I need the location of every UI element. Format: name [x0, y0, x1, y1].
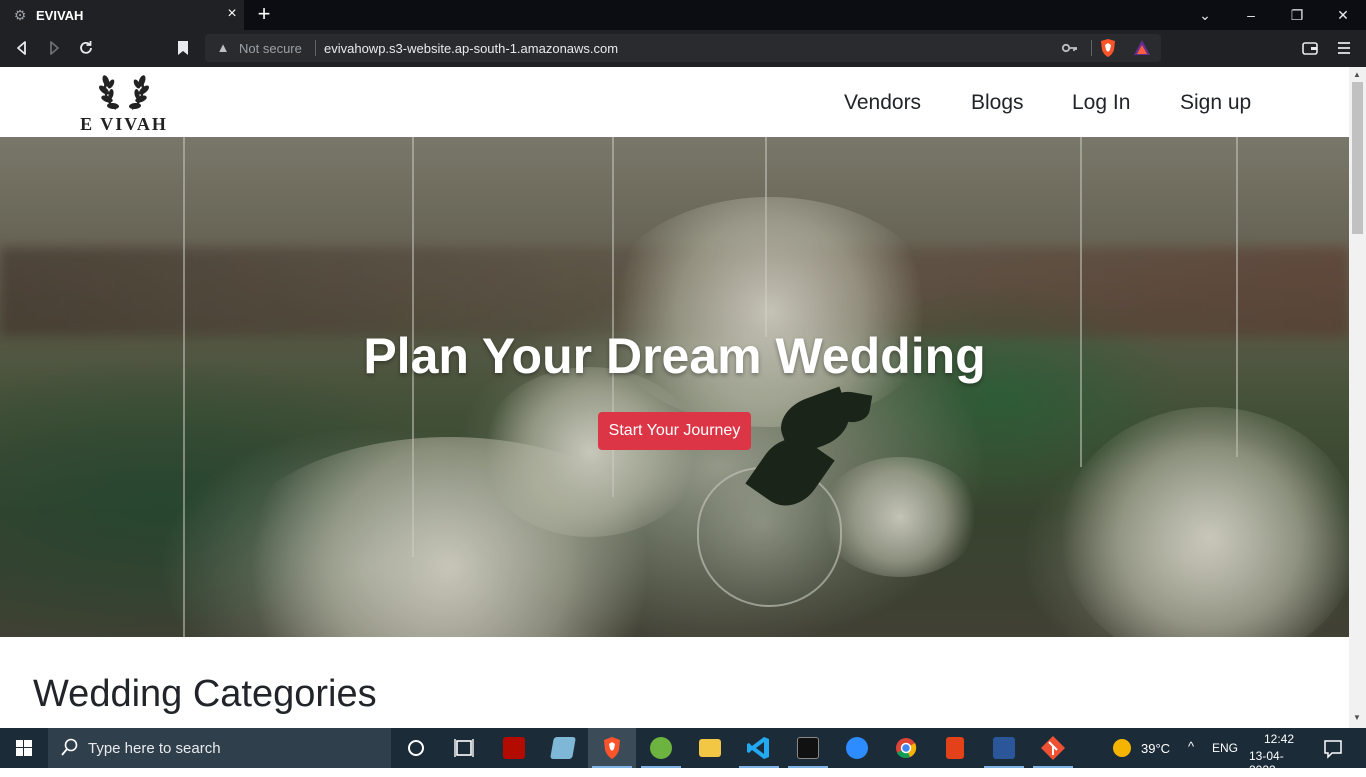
- address-divider: [315, 40, 316, 56]
- nav-signup[interactable]: Sign up: [1180, 91, 1251, 115]
- taskbar-search[interactable]: Type here to search: [48, 728, 391, 768]
- forward-icon[interactable]: [44, 38, 64, 58]
- scroll-down-arrow-icon[interactable]: ▼: [1353, 713, 1361, 722]
- scroll-up-arrow-icon[interactable]: ▲: [1353, 70, 1361, 79]
- taskbar-app-acrobat[interactable]: [490, 728, 538, 768]
- notifications-button[interactable]: [1318, 728, 1348, 768]
- windows-taskbar: Type here to search 39°C ^ ENG 12:42 13-…: [0, 728, 1366, 777]
- nav-vendors[interactable]: Vendors: [844, 91, 921, 115]
- tray-overflow-button[interactable]: ^: [1184, 728, 1204, 768]
- temperature: 39°C: [1141, 741, 1171, 756]
- taskbar-app-vscode[interactable]: [735, 728, 783, 768]
- menu-icon[interactable]: [1334, 38, 1354, 58]
- clock[interactable]: 12:42 13-04-2022: [1246, 728, 1310, 777]
- nav-blogs[interactable]: Blogs: [971, 91, 1024, 115]
- notification-icon: [1324, 740, 1342, 759]
- git-icon: [1041, 736, 1065, 760]
- sun-icon: [1113, 739, 1131, 757]
- browser-toolbar: ▲ Not secure evivahowp.s3-website.ap-sou…: [0, 30, 1366, 67]
- page-scrollbar[interactable]: ▲ ▼: [1349, 67, 1366, 728]
- spring-tool-suite-icon: [650, 737, 672, 759]
- chrome-icon: [896, 738, 917, 758]
- cortana-button[interactable]: [392, 728, 440, 768]
- loading-favicon-icon: ⚙: [13, 7, 27, 23]
- site-navbar: E VIVAH Vendors Blogs Log In Sign up: [0, 67, 1349, 137]
- nav-login[interactable]: Log In: [1072, 91, 1130, 115]
- tab-search-chevron-icon[interactable]: ⌄: [1194, 4, 1216, 26]
- logo-text: E VIVAH: [80, 114, 168, 134]
- notepad-icon: [550, 737, 576, 759]
- mysql-client-icon: [797, 737, 819, 759]
- start-button[interactable]: [0, 728, 48, 768]
- taskbar-app-word[interactable]: [980, 728, 1028, 768]
- wedding-categories-heading: Wedding Categories: [33, 673, 377, 715]
- page-viewport: E VIVAH Vendors Blogs Log In Sign up Pla…: [0, 67, 1366, 728]
- task-view-button[interactable]: [440, 728, 488, 768]
- taskbar-app-git[interactable]: [1029, 728, 1077, 768]
- taskbar-app-chrome[interactable]: [882, 728, 930, 768]
- taskbar-app-notepad[interactable]: [539, 728, 587, 768]
- address-divider-2: [1091, 40, 1092, 56]
- new-tab-button[interactable]: +: [254, 3, 274, 25]
- cortana-icon: [408, 740, 424, 756]
- chevron-up-icon: ^: [1188, 739, 1195, 754]
- tab-close-icon[interactable]: ×: [224, 6, 240, 22]
- taskbar-app-zoom[interactable]: [833, 728, 881, 768]
- address-bar[interactable]: ▲ Not secure evivahowp.s3-website.ap-sou…: [205, 34, 1161, 62]
- taskbar-app-brave[interactable]: [588, 728, 636, 768]
- brave-browser-icon: [604, 737, 620, 759]
- browser-titlebar: ⚙ EVIVAH × + ⌄ – ❐ ✕: [0, 0, 1366, 30]
- wallet-icon[interactable]: [1300, 38, 1320, 58]
- word-icon: [993, 737, 1015, 759]
- clock-date: 13-04-2022: [1249, 749, 1284, 777]
- zoom-icon: [846, 737, 868, 759]
- file-explorer-icon: [699, 739, 721, 757]
- vs-code-icon: [747, 737, 769, 759]
- site-logo[interactable]: E VIVAH: [72, 67, 176, 135]
- weather-widget[interactable]: 39°C: [1110, 728, 1180, 768]
- office-icon: [946, 737, 964, 759]
- brave-shield-icon[interactable]: [1099, 38, 1117, 58]
- security-label[interactable]: Not secure: [239, 41, 302, 56]
- acrobat-reader-icon: [503, 737, 525, 759]
- minimize-button[interactable]: –: [1240, 4, 1262, 26]
- windows-logo-icon: [16, 740, 32, 756]
- browser-tab[interactable]: ⚙ EVIVAH ×: [0, 0, 244, 30]
- hero-title: Plan Your Dream Wedding: [363, 328, 986, 384]
- restore-button[interactable]: ❐: [1286, 4, 1308, 26]
- language-indicator[interactable]: ENG: [1210, 728, 1240, 768]
- search-icon: [61, 737, 79, 757]
- brave-rewards-icon[interactable]: [1133, 39, 1151, 57]
- taskbar-app-mysql[interactable]: [784, 728, 832, 768]
- warning-icon[interactable]: ▲: [215, 40, 231, 56]
- clock-time: 12:42: [1264, 732, 1295, 746]
- key-icon[interactable]: [1061, 39, 1079, 57]
- hero-banner: Plan Your Dream Wedding Start Your Journ…: [0, 137, 1349, 637]
- reload-icon[interactable]: [76, 38, 96, 58]
- url-text[interactable]: evivahowp.s3-website.ap-south-1.amazonaw…: [324, 41, 618, 56]
- taskbar-app-office[interactable]: [931, 728, 979, 768]
- tab-title: EVIVAH: [36, 8, 84, 23]
- taskbar-app-explorer[interactable]: [686, 728, 734, 768]
- taskbar-app-spring[interactable]: [637, 728, 685, 768]
- close-window-button[interactable]: ✕: [1332, 4, 1354, 26]
- bookmark-icon[interactable]: [173, 38, 193, 58]
- language-label: ENG: [1212, 741, 1239, 755]
- scrollbar-thumb[interactable]: [1352, 82, 1363, 234]
- start-journey-button[interactable]: Start Your Journey: [598, 412, 751, 450]
- back-icon[interactable]: [12, 38, 32, 58]
- hero-overlay: [0, 137, 1349, 637]
- search-placeholder: Type here to search: [88, 740, 221, 757]
- task-view-icon: [454, 739, 474, 757]
- laurel-wreath-icon: [99, 75, 149, 110]
